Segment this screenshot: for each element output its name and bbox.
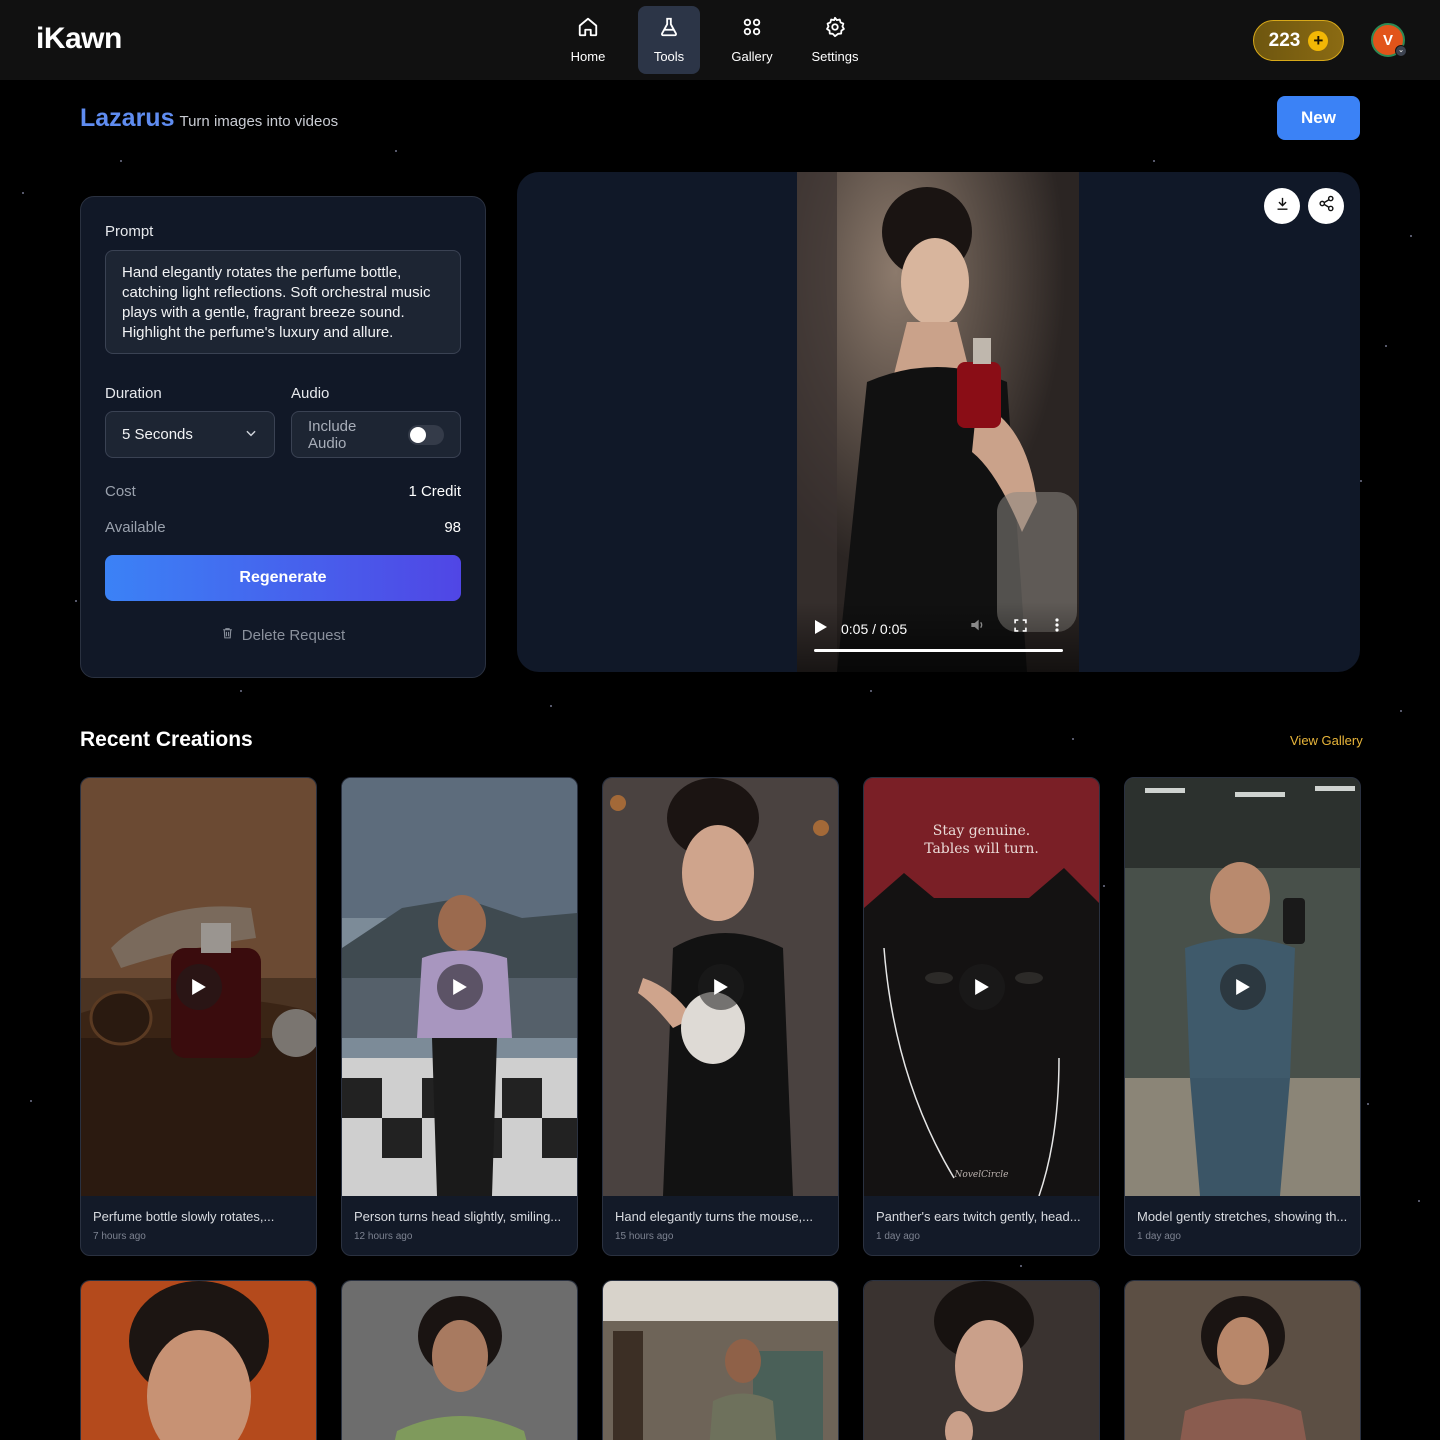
overlay-text-line-2: Tables will turn. [924,841,1039,857]
play-icon[interactable] [176,964,222,1010]
cost-value: 1 Credit [408,483,461,500]
creation-card[interactable] [863,1280,1100,1440]
creation-card[interactable] [80,1280,317,1440]
available-label: Available [105,519,166,536]
available-value: 98 [444,519,461,536]
generation-form-panel: Prompt Hand elegantly rotates the perfum… [80,196,486,678]
creation-caption: Hand elegantly turns the mouse,... [615,1209,814,1224]
audio-label: Audio [291,385,330,402]
new-button[interactable]: New [1277,96,1360,140]
gear-icon [824,16,846,43]
creation-thumbnail [603,1281,838,1440]
top-navigation-bar: iKawn Home Tools Gallery Settings 223 + … [0,0,1440,80]
play-icon[interactable] [815,620,827,637]
credits-count: 223 [1268,29,1301,51]
nav-home[interactable]: Home [557,6,619,74]
creation-card[interactable] [341,1280,578,1440]
home-icon [577,16,599,43]
nav-home-label: Home [570,49,606,64]
creation-card[interactable] [602,1280,839,1440]
cost-label: Cost [105,483,136,500]
creation-card[interactable]: Stay genuine. Tables will turn. NovelCir… [863,777,1100,1256]
nav-gallery[interactable]: Gallery [719,6,785,74]
creation-caption: Model gently stretches, showing th... [1137,1209,1348,1224]
nav-tools-label: Tools [653,49,685,64]
creation-card[interactable] [1124,1280,1361,1440]
recent-creations-title: Recent Creations [80,728,253,751]
watermark-signature: NovelCircle [954,1170,1009,1180]
creation-card[interactable]: Model gently stretches, showing th... 1 … [1124,777,1361,1256]
play-icon[interactable] [1220,964,1266,1010]
page-title: Lazarus [80,104,175,132]
nav-settings-label: Settings [811,49,859,64]
creation-time: 12 hours ago [354,1231,413,1242]
view-gallery-link[interactable]: View Gallery [1290,733,1363,748]
creation-caption: Person turns head slightly, smiling... [354,1209,562,1224]
video-controls: 0:05 / 0:05 [797,602,1079,672]
fullscreen-icon[interactable] [1014,618,1027,637]
creation-caption: Perfume bottle slowly rotates,... [93,1209,275,1224]
creation-thumbnail [81,1281,316,1440]
available-row: Available 98 [105,519,461,536]
main-nav: Home Tools Gallery Settings [557,6,886,74]
video-preview-panel: 0:05 / 0:05 [517,172,1360,672]
trash-icon [221,626,234,644]
include-audio-control[interactable]: Include Audio [291,411,461,458]
volume-icon[interactable] [970,618,986,637]
play-icon[interactable] [959,964,1005,1010]
overlay-text-line-1: Stay genuine. [932,823,1031,839]
include-audio-toggle[interactable] [408,424,444,445]
creation-card[interactable]: Hand elegantly turns the mouse,... 15 ho… [602,777,839,1256]
prompt-label: Prompt [105,223,154,240]
cost-row: Cost 1 Credit [105,483,461,500]
creation-card[interactable]: Person turns head slightly, smiling... 1… [341,777,578,1256]
creation-thumbnail [1125,1281,1360,1440]
video-progress-bar[interactable] [814,649,1063,652]
video-frame-image [797,172,1079,672]
download-icon [1274,195,1291,217]
user-avatar[interactable]: V ⌄ [1371,23,1407,57]
prompt-textarea[interactable]: Hand elegantly rotates the perfume bottl… [105,250,461,354]
flask-icon [658,16,680,43]
regenerate-button[interactable]: Regenerate [105,555,461,601]
credits-badge[interactable]: 223 + [1253,20,1344,61]
duration-select[interactable]: 5 Seconds [105,411,275,458]
delete-request-button[interactable]: Delete Request [81,626,485,644]
delete-request-label: Delete Request [241,626,346,644]
creation-time: 1 day ago [876,1231,920,1242]
creation-thumbnail [864,1281,1099,1440]
page-header: Lazarus Turn images into videos [80,104,338,133]
nav-gallery-label: Gallery [731,49,773,64]
share-icon [1318,195,1335,217]
add-credits-icon[interactable]: + [1308,30,1329,51]
page-subtitle: Turn images into videos [179,113,339,130]
duration-label: Duration [105,385,162,402]
avatar-initial: V [1382,31,1393,49]
creation-time: 7 hours ago [93,1231,146,1242]
more-options-icon[interactable] [1055,618,1059,637]
share-button[interactable] [1308,188,1344,224]
video-time: 0:05 / 0:05 [841,620,908,637]
play-icon[interactable] [698,964,744,1010]
creation-thumbnail [342,1281,577,1440]
app-logo[interactable]: iKawn [36,22,122,56]
download-button[interactable] [1264,188,1300,224]
duration-value: 5 Seconds [122,426,193,443]
creation-caption: Panther's ears twitch gently, head... [876,1209,1081,1224]
chevron-down-icon [244,426,258,444]
video-player[interactable]: 0:05 / 0:05 [797,172,1079,672]
include-audio-label: Include Audio [308,417,357,452]
creation-card[interactable]: Perfume bottle slowly rotates,... 7 hour… [80,777,317,1256]
play-icon[interactable] [437,964,483,1010]
nav-settings[interactable]: Settings [803,6,867,74]
nav-tools[interactable]: Tools [638,6,700,74]
creation-time: 15 hours ago [615,1231,674,1242]
grid-icon [741,16,763,43]
creation-time: 1 day ago [1137,1231,1181,1242]
avatar-chevron-icon: ⌄ [1395,45,1407,57]
